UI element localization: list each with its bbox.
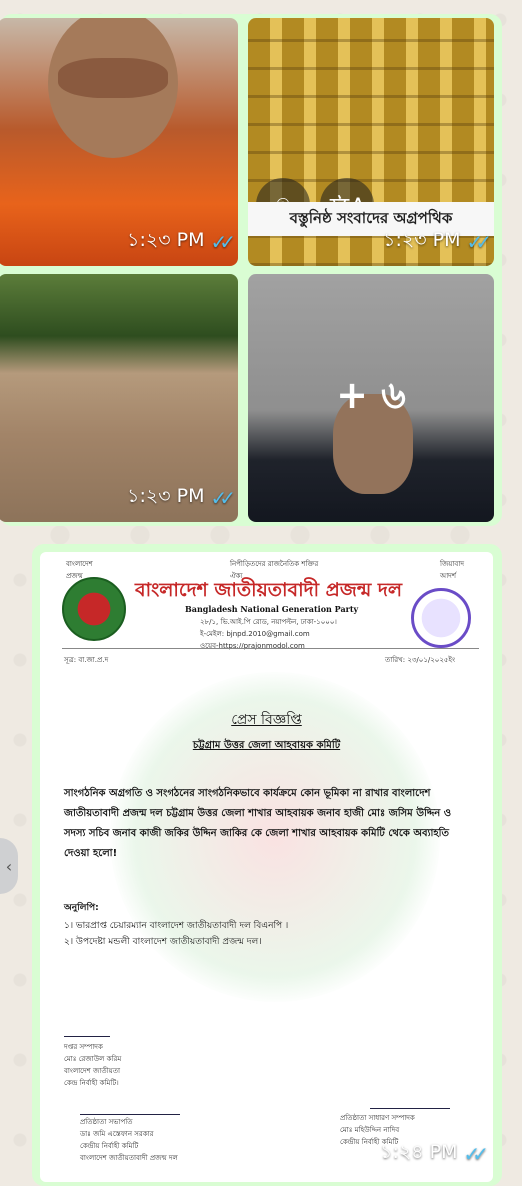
document-image[interactable]: বাংলাদেশ প্রজন্ম নিপীড়িতদের রাজনৈতিক শক্… xyxy=(40,552,493,1182)
more-photos-count[interactable]: + ৬ xyxy=(248,274,494,522)
message-time: ১:২৩ PM ✓✓ xyxy=(127,229,236,254)
album-photo-4[interactable]: + ৬ xyxy=(248,274,494,522)
read-ticks-icon: ✓✓ xyxy=(466,230,491,254)
signature-block-left: দপ্তর সম্পাদক মোঃ রেজাউল করিম বাংলাদেশ জাত… xyxy=(64,1022,121,1089)
signature xyxy=(370,1092,450,1109)
signature xyxy=(64,1022,110,1037)
message-time: ১:২৩ PM ✓✓ xyxy=(127,485,236,510)
message-time: ১:২৪ PM ✓✓ xyxy=(380,1141,489,1166)
album-photo-2[interactable]: ⌾ 文A বস্তুনিষ্ঠ সংবাদের অগ্রপথিক ১:২৩ PM… xyxy=(248,18,494,266)
document-date: তারিখ: ২৩/০১/২০২৫ইং xyxy=(385,656,456,664)
copy-item-2: ২। উপদেষ্টা মন্ডলী বাংলাদেশ জাতীয়তাবাদী… xyxy=(64,937,262,947)
copy-item-1: ১। ভারপ্রাপ্ত চেয়ারম্যান বাংলাদেশ জাতীয… xyxy=(64,921,289,931)
read-ticks-icon: ✓✓ xyxy=(463,1142,488,1166)
doc-top-label: জিয়াবাদ আদর্শ xyxy=(440,560,465,580)
party-seal xyxy=(411,588,471,648)
org-address: ২৮/১, ভি.আই.পি রোড, নয়াপল্টন, ঢাকা-১০০০… xyxy=(200,618,337,650)
org-english-title: Bangladesh National Generation Party xyxy=(185,604,359,614)
album-photo-3[interactable]: ১:২৩ PM ✓✓ xyxy=(0,274,238,522)
doc-top-label: বাংলাদেশ প্রজন্ম xyxy=(66,560,93,580)
header-divider xyxy=(62,648,479,649)
press-release-heading: প্রেস বিজ্ঞপ্তি xyxy=(231,712,302,728)
read-ticks-icon: ✓✓ xyxy=(210,486,235,510)
signature-block-bottom-left: প্রতিষ্ঠাতা সভাপতি ডাঃ জমি এস্তেফান সরকার… xyxy=(80,1118,178,1162)
reference-number: সূত্র: বা.জা.প্র.দ xyxy=(64,656,109,664)
press-release-body: সাংগঠনিক অগ্রগতি ও সংগঠনের সাংগঠনিকভাবে … xyxy=(64,788,452,859)
album-photo-1[interactable]: ১:২৩ PM ✓✓ xyxy=(0,18,238,266)
signature xyxy=(80,1100,180,1115)
message-time: ১:২৩ PM ✓✓ xyxy=(383,229,492,254)
party-logo xyxy=(62,577,126,641)
copy-label: অনুলিপি: xyxy=(64,903,99,913)
committee-subheading: চট্টগ্রাম উত্তর জেলা আহবায়ক কমিটি xyxy=(192,740,341,751)
read-ticks-icon: ✓✓ xyxy=(210,230,235,254)
